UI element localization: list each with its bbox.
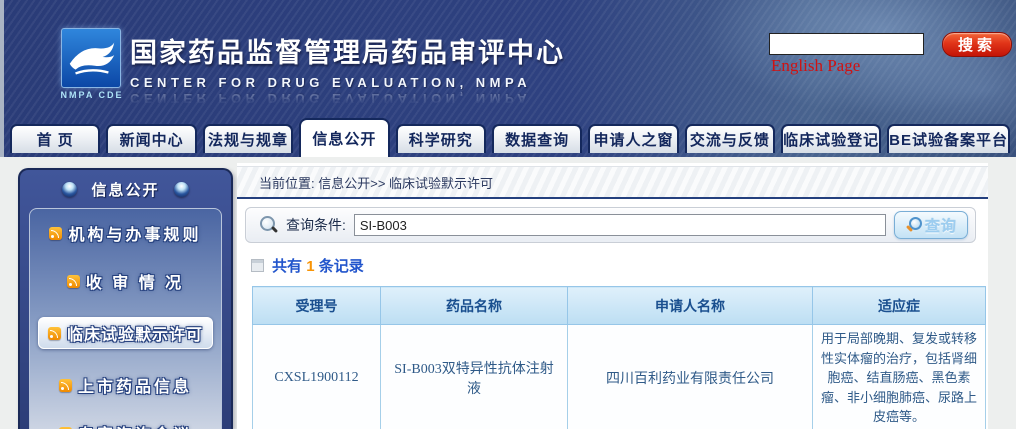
tab-research[interactable]: 科学研究 xyxy=(396,124,486,153)
sidebar-item-org-rules[interactable]: 机构与办事规则 xyxy=(49,221,201,245)
site-title: 国家药品监督管理局药品审评中心 xyxy=(130,31,690,70)
sidebar: 信息公开 机构与办事规则 收 审 情 况 临床试验默示许可 上市药品信息 专家咨… xyxy=(18,168,233,429)
breadcrumb: 当前位置: 信息公开>> 临床试验默示许可 xyxy=(237,166,988,199)
sidebar-item-label: 机构与办事规则 xyxy=(68,221,201,245)
col-header-applicant-name: 申请人名称 xyxy=(568,287,813,325)
records-summary: 共有 1 条记录 xyxy=(251,255,988,276)
records-text-pre: 共有 xyxy=(272,258,302,275)
results-table: 受理号 药品名称 申请人名称 适应症 CXSL1900112 SI-B003双特… xyxy=(252,286,986,429)
sidebar-item-marketed-drug-info[interactable]: 上市药品信息 xyxy=(59,373,192,397)
main-content: 当前位置: 信息公开>> 临床试验默示许可 查询条件: 查询 共有 1 条记录 … xyxy=(237,163,988,429)
col-header-drug-name: 药品名称 xyxy=(381,287,568,325)
query-button-label: 查询 xyxy=(925,215,957,236)
sidebar-title: 信息公开 xyxy=(91,179,159,200)
query-label: 查询条件: xyxy=(286,215,346,235)
tab-be-trial-platform[interactable]: BE试验备案平台 xyxy=(887,124,1010,153)
table-row: CXSL1900112 SI-B003双特异性抗体注射液 四川百利药业有限责任公… xyxy=(253,325,986,429)
rss-icon xyxy=(49,227,62,240)
sidebar-menu: 机构与办事规则 收 审 情 况 临床试验默示许可 上市药品信息 专家咨询会议 xyxy=(29,208,222,429)
title-block: 国家药品监督管理局药品审评中心 CENTER FOR DRUG EVALUATI… xyxy=(130,31,690,106)
site-subtitle: CENTER FOR DRUG EVALUATION, NMPA xyxy=(130,75,690,90)
sidebar-item-label: 收 审 情 况 xyxy=(86,269,184,293)
sidebar-item-clinical-trial-implied-license[interactable]: 临床试验默示许可 xyxy=(38,317,213,349)
sidebar-item-expert-consultation[interactable]: 专家咨询会议 xyxy=(59,421,192,429)
sidebar-item-review-status[interactable]: 收 审 情 况 xyxy=(67,269,184,293)
col-header-acceptance-no: 受理号 xyxy=(253,287,381,325)
rss-icon xyxy=(48,327,61,340)
nmpa-cde-logo-icon xyxy=(61,28,121,88)
header-search-button[interactable]: 搜索 xyxy=(942,32,1012,57)
rss-icon xyxy=(67,275,80,288)
tab-information-disclosure[interactable]: 信息公开 xyxy=(299,118,389,157)
tab-home[interactable]: 首 页 xyxy=(10,124,100,153)
tab-applicant-window[interactable]: 申请人之窗 xyxy=(588,124,678,153)
orb-icon xyxy=(62,182,77,197)
sidebar-item-label: 专家咨询会议 xyxy=(78,421,192,429)
sidebar-item-label: 临床试验默示许可 xyxy=(67,321,203,345)
tab-data-query[interactable]: 数据查询 xyxy=(492,124,582,153)
tab-communication[interactable]: 交流与反馈 xyxy=(685,124,775,153)
magnifier-icon xyxy=(258,215,278,235)
col-header-indication: 适应症 xyxy=(813,287,986,325)
list-icon xyxy=(251,259,264,272)
tab-regulations[interactable]: 法规与规章 xyxy=(203,124,293,153)
query-input[interactable] xyxy=(354,214,886,236)
tab-news[interactable]: 新闻中心 xyxy=(106,124,196,153)
tab-clinical-trial-registration[interactable]: 临床试验登记 xyxy=(781,124,881,153)
records-count: 1 xyxy=(306,258,314,275)
rss-icon xyxy=(59,379,72,392)
swan-logo-glyph xyxy=(62,29,120,87)
table-header-row: 受理号 药品名称 申请人名称 适应症 xyxy=(253,287,986,325)
magnifier-icon xyxy=(905,217,921,233)
records-text-post: 条记录 xyxy=(319,258,364,275)
sidebar-item-label: 上市药品信息 xyxy=(78,373,192,397)
header-search-input[interactable] xyxy=(769,33,924,55)
main-nav-tabbar: 首 页 新闻中心 法规与规章 信息公开 科学研究 数据查询 申请人之窗 交流与反… xyxy=(4,118,1016,157)
logo-caption: NMPA CDE xyxy=(53,90,131,100)
orb-icon xyxy=(174,182,189,197)
english-page-link[interactable]: English Page xyxy=(771,56,860,76)
subtitle-reflection: CENTER FOR DRUG EVALUATION, NMPA xyxy=(130,91,690,106)
cell-drug-name: SI-B003双特异性抗体注射液 xyxy=(381,325,568,429)
cell-acceptance-no: CXSL1900112 xyxy=(253,325,381,429)
query-button[interactable]: 查询 xyxy=(894,211,968,239)
cell-applicant-name: 四川百利药业有限责任公司 xyxy=(568,325,813,429)
cell-indication: 用于局部晚期、复发或转移性实体瘤的治疗，包括肾细胞癌、结直肠癌、黑色素瘤、非小细… xyxy=(813,325,986,429)
query-panel: 查询条件: 查询 xyxy=(245,207,976,243)
sidebar-header: 信息公开 xyxy=(20,170,231,208)
